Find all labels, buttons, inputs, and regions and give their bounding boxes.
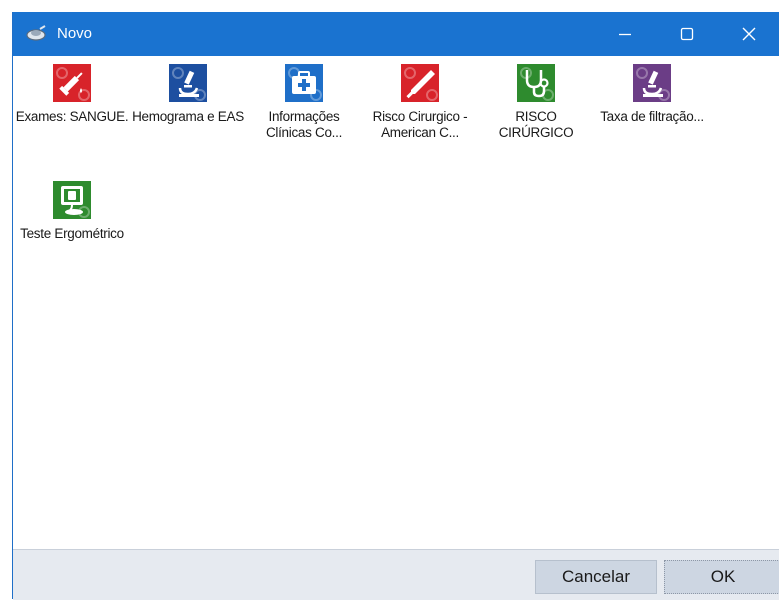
- item-label: Exames: SANGUE.: [15, 109, 129, 124]
- item-label: Taxa de filtração...: [600, 109, 704, 124]
- item-label: Teste Ergométrico: [20, 226, 124, 241]
- item-list: Exames: SANGUE. Hemograma e EAS Informaç…: [13, 56, 779, 560]
- close-icon: [742, 27, 756, 41]
- maximize-button[interactable]: [656, 12, 718, 56]
- title-bar[interactable]: Novo: [13, 12, 779, 56]
- list-item[interactable]: Informações Clínicas Co...: [245, 64, 363, 141]
- syringe-icon: [53, 64, 91, 102]
- list-item[interactable]: Teste Ergométrico: [13, 181, 131, 242]
- ecg-monitor-icon: [53, 181, 91, 219]
- minimize-icon: [618, 27, 632, 41]
- button-bar: Cancelar OK: [13, 549, 779, 600]
- list-item[interactable]: Hemograma e EAS: [129, 64, 247, 125]
- app-icon: [25, 25, 47, 43]
- list-item[interactable]: Risco Cirurgico - American C...: [361, 64, 479, 141]
- microscope-icon: [633, 64, 671, 102]
- list-item[interactable]: Exames: SANGUE.: [13, 64, 131, 125]
- minimize-button[interactable]: [594, 12, 656, 56]
- item-label: Hemograma e EAS: [132, 109, 244, 124]
- first-aid-kit-icon: [285, 64, 323, 102]
- list-item[interactable]: Taxa de filtração...: [593, 64, 711, 125]
- microscope-icon: [169, 64, 207, 102]
- item-label: RISCO CIRÚRGICO: [498, 109, 574, 140]
- stethoscope-icon: [517, 64, 555, 102]
- scalpel-icon: [401, 64, 439, 102]
- list-item[interactable]: RISCO CIRÚRGICO: [477, 64, 595, 141]
- dialog-window: Novo Exames: SANGUE. Hemograma e EAS Inf…: [12, 12, 779, 600]
- item-label: Risco Cirurgico - American C...: [372, 109, 468, 140]
- maximize-icon: [680, 27, 694, 41]
- ok-button[interactable]: OK: [664, 560, 779, 594]
- item-label: Informações Clínicas Co...: [265, 109, 343, 140]
- window-title: Novo: [57, 25, 93, 42]
- close-button[interactable]: [718, 12, 779, 56]
- cancel-button[interactable]: Cancelar: [535, 560, 657, 594]
